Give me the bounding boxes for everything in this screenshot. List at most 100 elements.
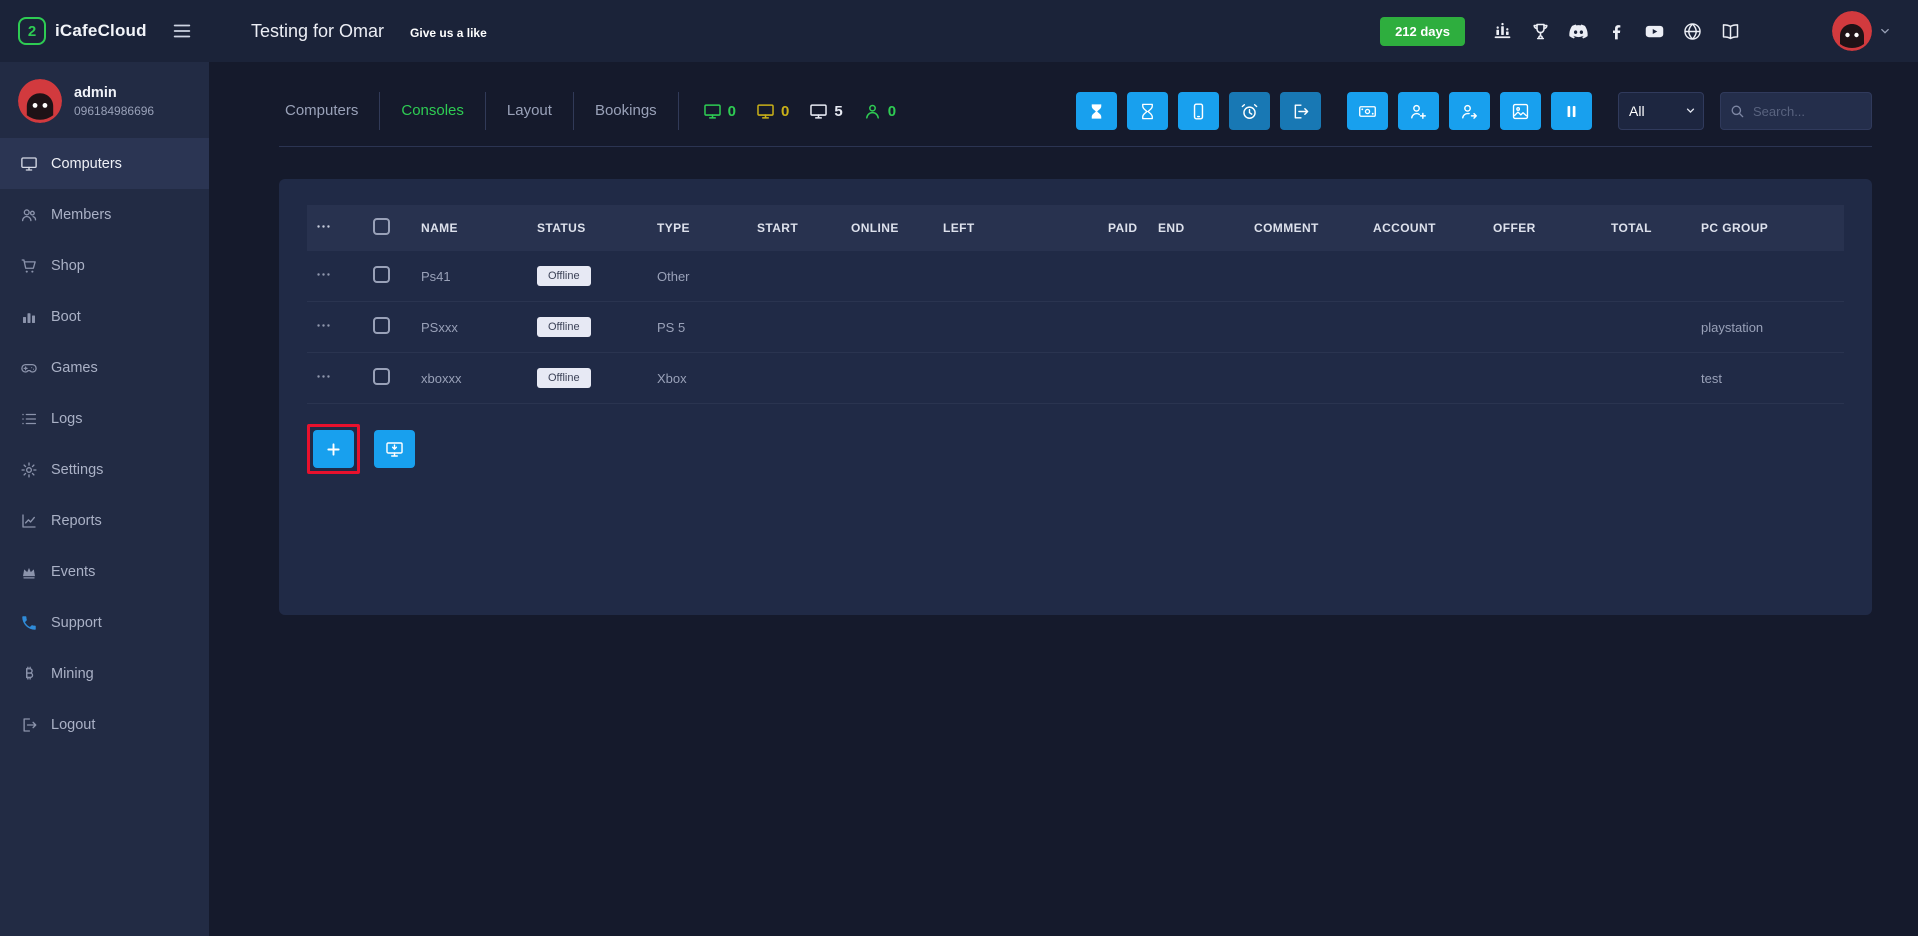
brand-logo: 2 iCafeCloud	[18, 17, 147, 45]
sidebar-item-label: Events	[51, 564, 95, 580]
user-name: admin	[74, 85, 154, 101]
sidebar-item-boot[interactable]: Boot	[0, 291, 209, 342]
group-filter: All	[1618, 92, 1704, 130]
row-checkbox[interactable]	[373, 266, 390, 283]
discord-icon[interactable]	[1568, 21, 1589, 42]
status-badge: Offline	[537, 317, 591, 337]
cell-name: Ps41	[413, 251, 529, 302]
photo-button[interactable]	[1500, 92, 1541, 130]
sidebar-item-members[interactable]: Members	[0, 189, 209, 240]
tabs-and-counters: Computers Consoles Layout Bookings 0 0	[279, 92, 896, 130]
cell-type: PS 5	[649, 302, 749, 353]
tab-consoles[interactable]: Consoles	[380, 92, 486, 130]
brand-area: 2 iCafeCloud	[0, 17, 209, 45]
trophy-icon[interactable]	[1530, 21, 1551, 42]
user-menu[interactable]	[1832, 11, 1892, 51]
row-menu-icon[interactable]	[315, 317, 332, 334]
sidebar-item-support[interactable]: Support	[0, 597, 209, 648]
status-badge: Offline	[537, 368, 591, 388]
hourglass-fill-button[interactable]	[1076, 92, 1117, 130]
user-id: 096184986696	[74, 104, 154, 118]
sidebar-item-logout[interactable]: Logout	[0, 699, 209, 750]
consoles-panel: NAME STATUS TYPE START ONLINE LEFT PAID …	[279, 179, 1872, 615]
row-checkbox[interactable]	[373, 368, 390, 385]
cell-start	[749, 353, 843, 404]
sidebar-item-label: Mining	[51, 666, 94, 682]
facebook-icon[interactable]	[1606, 21, 1627, 42]
sidebar-user: admin 096184986696	[0, 62, 209, 138]
sidebar-item-shop[interactable]: Shop	[0, 240, 209, 291]
phone-icon	[20, 614, 38, 632]
table-row[interactable]: PSxxx Offline PS 5 playstation	[307, 302, 1844, 353]
session-button-group	[1076, 92, 1321, 130]
line-chart-icon	[20, 512, 38, 530]
status-badge: Offline	[537, 266, 591, 286]
counter-members: 0	[863, 102, 896, 121]
plus-icon	[324, 440, 343, 459]
group-filter-select[interactable]: All	[1618, 92, 1704, 130]
sidebar-item-settings[interactable]: Settings	[0, 444, 209, 495]
alarm-clock-button[interactable]	[1229, 92, 1270, 130]
cell-comment	[1246, 302, 1365, 353]
table-row[interactable]: Ps41 Offline Other	[307, 251, 1844, 302]
tab-layout[interactable]: Layout	[486, 92, 574, 130]
mobile-button[interactable]	[1178, 92, 1219, 130]
cell-start	[749, 251, 843, 302]
title-area: Testing for Omar Give us a like	[251, 21, 487, 42]
cell-start	[749, 302, 843, 353]
sidebar-item-label: Reports	[51, 513, 102, 529]
sign-out-icon	[20, 716, 38, 734]
sidebar-item-events[interactable]: Events	[0, 546, 209, 597]
member-button-group	[1347, 92, 1592, 130]
row-menu-icon[interactable]	[315, 368, 332, 385]
sidebar-item-label: Logs	[51, 411, 82, 427]
tab-bookings[interactable]: Bookings	[574, 92, 679, 130]
add-console-button[interactable]	[313, 430, 354, 468]
row-checkbox[interactable]	[373, 317, 390, 334]
sidebar: admin 096184986696 Computers Members Sho…	[0, 62, 209, 936]
search-icon	[1729, 103, 1745, 119]
table-row[interactable]: xboxxx Offline Xbox test	[307, 353, 1844, 404]
subscription-days-badge[interactable]: 212 days	[1380, 17, 1465, 46]
person-icon	[863, 102, 882, 121]
counter-value: 0	[888, 103, 896, 120]
pause-button[interactable]	[1551, 92, 1592, 130]
sign-out-session-button[interactable]	[1280, 92, 1321, 130]
select-all-checkbox[interactable]	[373, 218, 390, 235]
column-header: TOTAL	[1603, 205, 1693, 251]
guide-book-icon[interactable]	[1720, 21, 1741, 42]
column-header: TYPE	[649, 205, 749, 251]
row-menu-icon[interactable]	[315, 266, 332, 283]
column-header: END	[1150, 205, 1246, 251]
sidebar-item-reports[interactable]: Reports	[0, 495, 209, 546]
annotation-highlight	[307, 424, 360, 474]
sidebar-item-mining[interactable]: Mining	[0, 648, 209, 699]
sidebar-toggle-button[interactable]	[171, 20, 193, 42]
cash-button[interactable]	[1347, 92, 1388, 130]
monitor-download-icon	[385, 440, 404, 459]
sidebar-item-games[interactable]: Games	[0, 342, 209, 393]
bulk-actions-icon[interactable]	[315, 218, 332, 235]
leaderboard-icon[interactable]	[1492, 21, 1513, 42]
sign-out-icon	[1291, 102, 1310, 121]
cell-total	[1603, 251, 1693, 302]
crown-icon	[20, 563, 38, 581]
cell-account	[1365, 302, 1485, 353]
alarm-clock-icon	[1240, 102, 1259, 121]
hourglass-outline-button[interactable]	[1127, 92, 1168, 130]
tab-computers[interactable]: Computers	[279, 92, 380, 130]
bars-icon	[20, 308, 38, 326]
sidebar-item-logs[interactable]: Logs	[0, 393, 209, 444]
move-member-button[interactable]	[1449, 92, 1490, 130]
add-member-button[interactable]	[1398, 92, 1439, 130]
give-us-a-like-link[interactable]: Give us a like	[410, 26, 487, 40]
cell-left	[935, 302, 1100, 353]
cell-online	[843, 251, 935, 302]
cell-end	[1150, 302, 1246, 353]
gamepad-icon	[20, 359, 38, 377]
sidebar-item-computers[interactable]: Computers	[0, 138, 209, 189]
cell-type: Other	[649, 251, 749, 302]
globe-icon[interactable]	[1682, 21, 1703, 42]
import-consoles-button[interactable]	[374, 430, 415, 468]
youtube-icon[interactable]	[1644, 21, 1665, 42]
